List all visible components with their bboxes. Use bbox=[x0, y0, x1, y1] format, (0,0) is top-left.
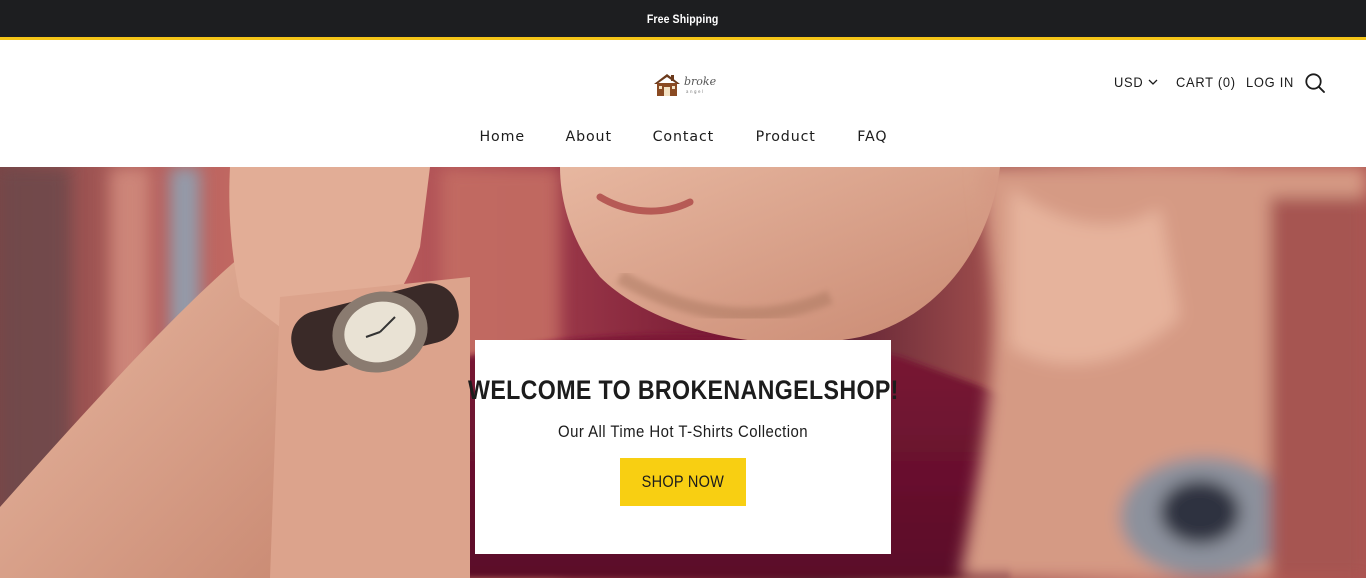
site-logo[interactable]: broke angel bbox=[652, 70, 716, 100]
currency-selector[interactable]: USD bbox=[1114, 73, 1158, 91]
nav-item-faq[interactable]: FAQ bbox=[857, 129, 887, 151]
announcement-bar: Free Shipping bbox=[0, 0, 1366, 40]
login-link[interactable]: LOG IN bbox=[1246, 73, 1298, 91]
logo-wordmark: broke angel bbox=[682, 72, 716, 98]
house-icon bbox=[654, 74, 680, 96]
login-label: LOG IN bbox=[1246, 74, 1295, 90]
chevron-down-icon bbox=[1148, 79, 1158, 85]
cart-link[interactable]: CART (0) bbox=[1176, 73, 1241, 91]
shop-now-button[interactable]: SHOP NOW bbox=[620, 458, 746, 506]
logo-word-main: broke bbox=[684, 75, 717, 88]
cart-label: CART (0) bbox=[1176, 74, 1236, 90]
hero-banner: WELCOME TO BROKENANGELSHOP! Our All Time… bbox=[0, 167, 1366, 578]
hero-subtitle: Our All Time Hot T-Shirts Collection bbox=[557, 422, 809, 441]
hero-promo-card: WELCOME TO BROKENANGELSHOP! Our All Time… bbox=[468, 340, 898, 554]
nav-item-home[interactable]: Home bbox=[479, 129, 524, 151]
currency-label: USD bbox=[1114, 74, 1144, 90]
search-icon[interactable] bbox=[1304, 72, 1326, 94]
shop-now-label: SHOP NOW bbox=[641, 472, 725, 491]
nav-item-contact[interactable]: Contact bbox=[653, 129, 714, 151]
hero-title: WELCOME TO BROKENANGELSHOP! bbox=[467, 375, 899, 405]
main-navigation: Home About Contact Product FAQ bbox=[0, 129, 1366, 151]
nav-item-about[interactable]: About bbox=[566, 129, 612, 151]
nav-item-product[interactable]: Product bbox=[756, 129, 816, 151]
site-header: broke angel USD CART (0) LOG IN Home Abo… bbox=[0, 43, 1366, 167]
logo-word-sub: angel bbox=[686, 89, 705, 94]
announcement-text: Free Shipping bbox=[647, 11, 719, 26]
